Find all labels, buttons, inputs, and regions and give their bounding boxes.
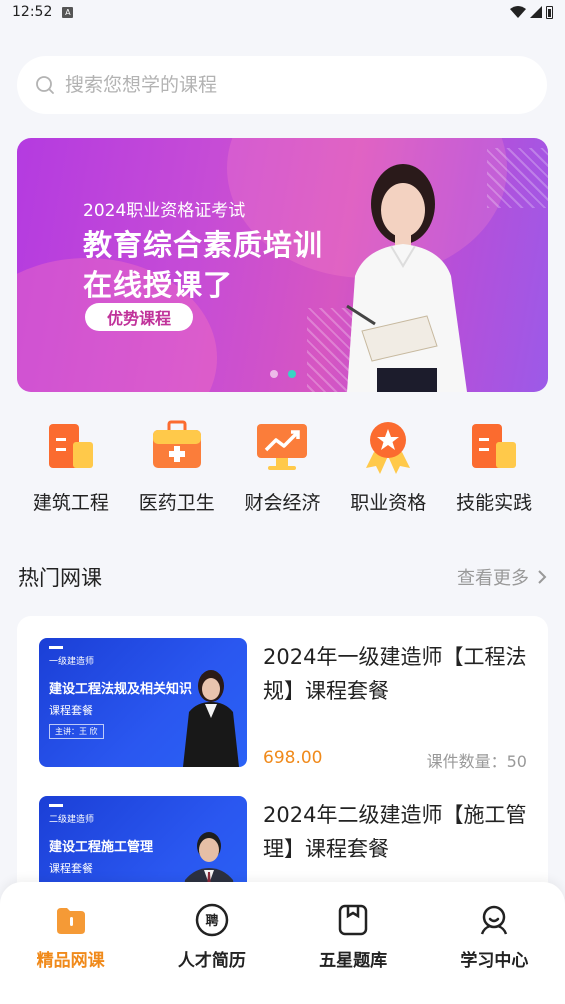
section-title: 热门网课 [18, 566, 102, 590]
wifi-icon [510, 6, 526, 18]
tab-label: 学习中心 [460, 951, 529, 971]
status-time: 12:52 [12, 4, 53, 20]
course-item[interactable]: 一级建造师 建设工程法规及相关知识 课程套餐 主讲：王 欣 2024年一级建造师… [39, 638, 527, 771]
thumb-decoration [49, 646, 63, 649]
category-label: 财会经济 [244, 492, 321, 514]
banner-decoration [487, 148, 548, 208]
signal-icon [530, 6, 542, 18]
course-price: 698.00 [263, 748, 323, 768]
hot-courses-header: 热门网课 查看更多 [18, 562, 547, 592]
thumb-decoration [49, 804, 63, 807]
medical-kit-icon [152, 420, 201, 468]
course-title[interactable]: 2024年二级建造师【施工管理】课程套餐 [263, 798, 527, 866]
category-label: 建筑工程 [32, 492, 109, 514]
recruit-icon-text: 聘 [205, 913, 218, 929]
course-list: 一级建造师 建设工程法规及相关知识 课程套餐 主讲：王 欣 2024年一级建造师… [17, 616, 548, 916]
view-more-link[interactable]: 查看更多 [457, 564, 547, 590]
tab-label: 五星题库 [319, 951, 388, 971]
thumb-lecturer: 主讲：王 欣 [49, 724, 104, 739]
banner-title-line2: 在线授课了 [83, 268, 234, 302]
notification-icon: A [62, 6, 74, 18]
banner-pagination [270, 370, 296, 378]
tab-resume[interactable]: 聘 人才简历 [157, 902, 267, 1004]
category-finance[interactable]: 财会经济 [230, 418, 336, 528]
tab-label: 精品网课 [36, 951, 105, 971]
category-building[interactable]: 建筑工程 [18, 418, 124, 528]
recruit-icon: 聘 [195, 903, 229, 937]
promo-banner[interactable]: 2024职业资格证考试 教育综合素质培训 在线授课了 优势课程 [17, 138, 548, 392]
search-bar[interactable] [17, 56, 547, 114]
category-grid: 建筑工程 医药卫生 财会经济 职业资格 技能实践 [0, 418, 565, 528]
pagination-dot-active[interactable] [288, 370, 296, 378]
chevron-right-icon [538, 570, 547, 584]
thumb-title: 建设工程施工管理 [49, 840, 154, 855]
learning-center-icon [481, 905, 508, 935]
thumb-subtitle: 课程套餐 [49, 704, 93, 717]
thumb-subtitle: 课程套餐 [49, 862, 93, 875]
building-icon [48, 424, 93, 468]
tab-learning-center[interactable]: 学习中心 [439, 902, 549, 1004]
pagination-dot[interactable] [270, 370, 278, 378]
search-input[interactable] [65, 74, 505, 96]
category-skills[interactable]: 技能实践 [441, 418, 547, 528]
tab-question-bank[interactable]: 五星题库 [298, 902, 408, 1004]
course-icon [56, 908, 85, 934]
course-title[interactable]: 2024年一级建造师【工程法规】课程套餐 [263, 640, 527, 708]
skill-building-icon [472, 424, 517, 468]
question-bank-icon [338, 904, 368, 936]
status-bar: 12:52 A [0, 0, 565, 24]
bottom-tab-bar: 精品网课 聘 人才简历 五星题库 学习中心 [0, 882, 565, 1004]
finance-chart-icon [257, 424, 308, 470]
banner-title: 教育综合素质培训 [83, 228, 324, 262]
banner-tag-button[interactable]: 优势课程 [85, 303, 193, 331]
category-label: 技能实践 [456, 492, 533, 514]
thumb-category: 二级建造师 [49, 815, 95, 825]
thumb-title: 建设工程法规及相关知识 [49, 682, 193, 697]
search-icon [36, 76, 54, 94]
category-medical[interactable]: 医药卫生 [124, 418, 230, 528]
course-lesson-count: 课件数量：50 [426, 752, 527, 771]
thumb-category: 一级建造师 [49, 657, 95, 667]
course-thumbnail: 一级建造师 建设工程法规及相关知识 课程套餐 主讲：王 欣 [39, 638, 247, 767]
category-qualification[interactable]: 职业资格 [335, 418, 441, 528]
banner-teacher-image [346, 164, 467, 392]
battery-icon [546, 5, 553, 19]
category-label: 职业资格 [350, 492, 427, 514]
lecturer-photo [183, 670, 239, 767]
view-more-label: 查看更多 [457, 568, 529, 589]
award-badge-icon [366, 422, 411, 474]
category-label: 医药卫生 [138, 492, 215, 514]
tab-courses[interactable]: 精品网课 [16, 902, 126, 1004]
tab-label: 人才简历 [177, 951, 246, 971]
banner-subtitle: 2024职业资格证考试 [83, 201, 246, 221]
course-info: 2024年一级建造师【工程法规】课程套餐 698.00 课件数量：50 [263, 638, 527, 771]
